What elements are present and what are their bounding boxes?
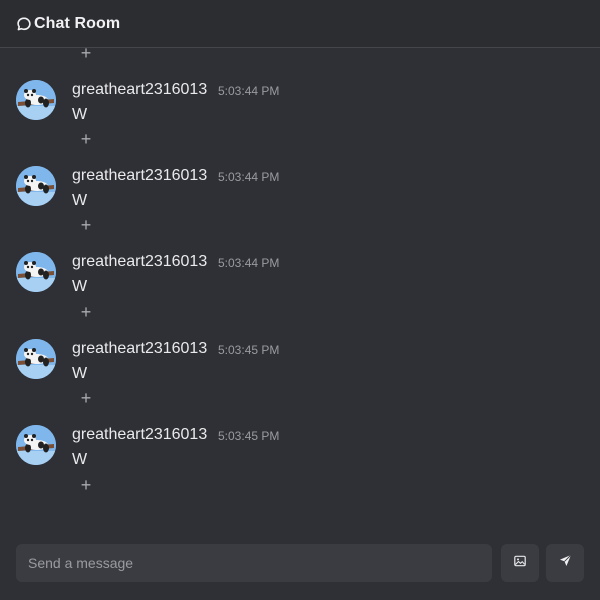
add-reaction-button[interactable]: +	[78, 48, 94, 62]
message-text: W	[72, 106, 88, 123]
header-bar: Chat Room	[0, 0, 600, 48]
message-timestamp: 5:03:44 PM	[218, 84, 280, 98]
add-reaction-button[interactable]: +	[78, 130, 94, 148]
panda-avatar-icon	[16, 425, 56, 465]
message-text: W	[72, 451, 88, 468]
chat-bubble-icon	[16, 16, 32, 32]
add-reaction-button[interactable]: +	[78, 389, 94, 407]
page-title: Chat Room	[34, 14, 121, 32]
image-icon	[514, 554, 526, 572]
message-text: W	[72, 192, 88, 209]
message-timestamp: 5:03:45 PM	[218, 429, 280, 443]
panda-avatar-icon	[16, 339, 56, 379]
message-username[interactable]: greatheart2316013	[72, 253, 207, 271]
message-text: W	[72, 365, 88, 382]
avatar	[16, 80, 56, 120]
message-timestamp: 5:03:44 PM	[218, 170, 280, 184]
panda-avatar-icon	[16, 166, 56, 206]
add-reaction-button[interactable]: +	[78, 476, 94, 494]
message-timestamp: 5:03:45 PM	[218, 343, 280, 357]
panda-avatar-icon	[16, 252, 56, 292]
message-item: greatheart2316013 5:03:44 PM W	[16, 252, 584, 312]
send-icon	[559, 554, 572, 572]
message-item: greatheart2316013 5:03:45 PM W	[16, 425, 584, 485]
message-timestamp: 5:03:44 PM	[218, 256, 280, 270]
message-username[interactable]: greatheart2316013	[72, 81, 207, 99]
avatar	[16, 425, 56, 465]
avatar	[16, 339, 56, 379]
message-list[interactable]: + greatheart2316013 5:03:44 PM W + great…	[0, 48, 600, 526]
message-item: greatheart2316013 5:03:44 PM W	[16, 80, 584, 140]
message-item: greatheart2316013 5:03:45 PM W	[16, 339, 584, 399]
message-item: greatheart2316013 5:03:44 PM W	[16, 166, 584, 226]
add-reaction-button[interactable]: +	[78, 303, 94, 321]
add-reaction-button[interactable]: +	[78, 216, 94, 234]
message-username[interactable]: greatheart2316013	[72, 340, 207, 358]
chat-app: Chat Room + greatheart2316013 5:03:44 PM…	[0, 0, 600, 600]
panda-avatar-icon	[16, 80, 56, 120]
attach-image-button[interactable]	[501, 544, 539, 582]
avatar	[16, 166, 56, 206]
send-button[interactable]	[546, 544, 584, 582]
message-username[interactable]: greatheart2316013	[72, 167, 207, 185]
message-username[interactable]: greatheart2316013	[72, 426, 207, 444]
avatar	[16, 252, 56, 292]
message-text: W	[72, 278, 88, 295]
message-input[interactable]	[16, 544, 492, 582]
